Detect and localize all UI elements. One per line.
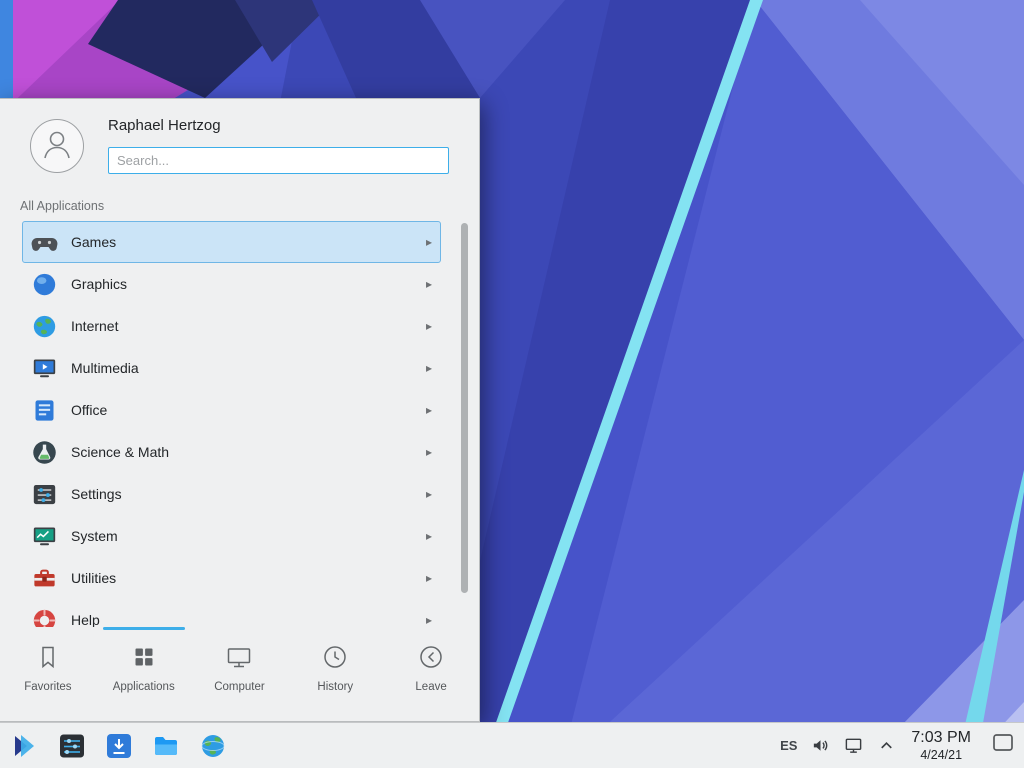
tab-label: Favorites [24, 681, 71, 693]
caret-up-icon[interactable] [876, 735, 896, 755]
chevron-right-icon: ▸ [426, 530, 432, 542]
web-browser-button[interactable] [197, 730, 229, 762]
chevron-right-icon: ▸ [426, 572, 432, 584]
launcher-tab-bar: Favorites Applications Computer History [0, 627, 479, 721]
tab-computer[interactable]: Computer [192, 627, 288, 721]
app-launcher-button[interactable] [9, 730, 41, 762]
category-label: Multimedia [71, 360, 139, 376]
desktop: Raphael Hertzog All Applications Games ▸… [0, 0, 1024, 768]
tab-label: Leave [415, 681, 446, 693]
tab-history[interactable]: History [287, 627, 383, 721]
app-grid-icon [129, 642, 159, 672]
category-utilities[interactable]: Utilities ▸ [22, 557, 441, 599]
category-settings[interactable]: Settings ▸ [22, 473, 441, 515]
category-internet[interactable]: Internet ▸ [22, 305, 441, 347]
software-center-button[interactable] [103, 730, 135, 762]
category-label: Internet [71, 318, 118, 334]
world-globe-icon [198, 731, 228, 761]
chevron-right-icon: ▸ [426, 320, 432, 332]
flask-icon [31, 439, 58, 466]
user-avatar[interactable] [30, 119, 84, 173]
category-label: Office [71, 402, 107, 418]
document-icon [31, 397, 58, 424]
category-list: Games ▸ Graphics ▸ Internet ▸ [0, 221, 479, 627]
globe-icon [31, 313, 58, 340]
section-label: All Applications [20, 199, 104, 213]
chevron-right-icon: ▸ [426, 236, 432, 248]
chevron-right-icon: ▸ [426, 362, 432, 374]
tab-leave[interactable]: Leave [383, 627, 479, 721]
kde-launcher-icon [10, 731, 40, 761]
tab-label: History [317, 681, 353, 693]
show-desktop-icon [991, 732, 1015, 759]
file-manager-button[interactable] [150, 730, 182, 762]
blue-download-icon [104, 731, 134, 761]
speaker-icon[interactable] [810, 735, 830, 755]
sliders-icon [31, 481, 58, 508]
settings-app-button[interactable] [56, 730, 88, 762]
blue-folder-icon [151, 731, 181, 761]
chevron-right-icon: ▸ [426, 404, 432, 416]
chevron-right-icon: ▸ [426, 446, 432, 458]
leave-icon [416, 642, 446, 672]
life-buoy-icon [31, 607, 58, 628]
system-tray: ES 7:03 PM 4/24/21 [780, 729, 1024, 762]
dark-sliders-icon [57, 731, 87, 761]
category-label: Settings [71, 486, 122, 502]
category-science-math[interactable]: Science & Math ▸ [22, 431, 441, 473]
category-label: Utilities [71, 570, 116, 586]
clock-icon [320, 642, 350, 672]
bookmark-icon [33, 642, 63, 672]
category-label: Graphics [71, 276, 127, 292]
show-desktop-button[interactable] [990, 733, 1016, 757]
tab-label: Computer [214, 681, 265, 693]
scrollbar[interactable] [461, 223, 468, 621]
category-system[interactable]: System ▸ [22, 515, 441, 557]
category-graphics[interactable]: Graphics ▸ [22, 263, 441, 305]
gamepad-icon [31, 229, 58, 256]
digital-clock[interactable]: 7:03 PM 4/24/21 [909, 729, 973, 762]
tab-label: Applications [113, 681, 175, 693]
category-multimedia[interactable]: Multimedia ▸ [22, 347, 441, 389]
clock-time: 7:03 PM [911, 729, 971, 747]
tab-favorites[interactable]: Favorites [0, 627, 96, 721]
computer-icon [224, 642, 254, 672]
taskbar-left [0, 730, 229, 762]
clock-date: 4/24/21 [911, 748, 971, 762]
user-name: Raphael Hertzog [108, 117, 221, 134]
system-monitor-icon [31, 523, 58, 550]
toolbox-icon [31, 565, 58, 592]
user-icon [37, 124, 77, 169]
media-player-icon [31, 355, 58, 382]
category-label: Help [71, 612, 100, 627]
scrollbar-thumb[interactable] [461, 223, 468, 593]
chevron-right-icon: ▸ [426, 278, 432, 290]
chevron-right-icon: ▸ [426, 614, 432, 626]
category-office[interactable]: Office ▸ [22, 389, 441, 431]
graphics-orb-icon [31, 271, 58, 298]
application-launcher-popup: Raphael Hertzog All Applications Games ▸… [0, 98, 480, 722]
category-label: System [71, 528, 118, 544]
taskbar: ES 7:03 PM 4/24/21 [0, 722, 1024, 768]
category-label: Science & Math [71, 444, 169, 460]
search-input[interactable] [108, 147, 449, 174]
category-label: Games [71, 234, 116, 250]
chevron-right-icon: ▸ [426, 488, 432, 500]
category-games[interactable]: Games ▸ [22, 221, 441, 263]
category-help[interactable]: Help ▸ [22, 599, 441, 627]
keyboard-layout-indicator[interactable]: ES [780, 738, 797, 753]
network-display-icon[interactable] [843, 735, 863, 755]
tab-applications[interactable]: Applications [96, 627, 192, 721]
